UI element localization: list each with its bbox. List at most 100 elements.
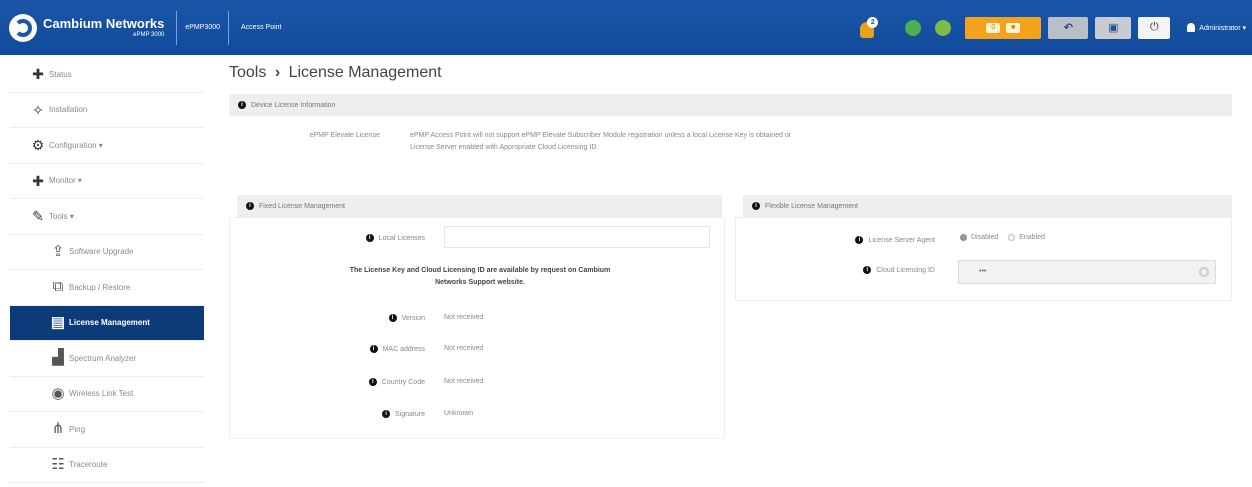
sidebar-item-label: License Management [69, 318, 150, 328]
sidebar-item-label: Status [49, 69, 72, 79]
sidebar-item-label: Tools ▾ [49, 211, 74, 221]
radio-icon [960, 234, 967, 241]
info-icon: i [863, 266, 872, 274]
info-icon: i [368, 378, 377, 386]
local-licenses-field[interactable] [444, 226, 710, 248]
admin-label: Administrator ▾ [1199, 24, 1246, 32]
panel-title: Fixed License Management [259, 202, 345, 210]
undo-button[interactable]: ↶ [1048, 16, 1089, 39]
sidebar-item-monitor[interactable]: ✚ Monitor ▾ [10, 164, 204, 199]
gear-icon: ⚙ [31, 137, 45, 154]
sidebar-item-label: Monitor ▾ [49, 176, 82, 186]
breadcrumb-separator: › [274, 64, 281, 81]
info-icon: i [752, 202, 760, 210]
cloud-licensing-id-value: ••• [979, 268, 987, 275]
fixed-license-panel-header: i Fixed License Management [237, 195, 722, 217]
pulse-icon: ✚ [32, 66, 44, 83]
sidebar-item-label: Backup / Restore [69, 282, 131, 292]
local-licenses-label: i Local Licenses [280, 231, 425, 245]
refresh-icon[interactable] [905, 19, 922, 36]
admin-menu[interactable]: Administrator ▾ [1187, 23, 1246, 32]
reboot-button[interactable]: ⏻ [1138, 16, 1171, 39]
upgrade-icon: ⇪ [51, 242, 65, 260]
radio-icon [1008, 234, 1016, 241]
sidebar-item-label: Spectrum Analyzer [69, 353, 137, 363]
alerts-bell-icon[interactable]: 2 [857, 16, 879, 39]
user-icon [1187, 23, 1196, 32]
sidebar: ✚ Status ✧ Installation ⚙ Configuration … [10, 57, 204, 487]
mac-address-value: Not received [444, 345, 484, 352]
ping-icon: ⋔ [51, 420, 65, 438]
sidebar-item-configuration[interactable]: ⚙ Configuration ▾ [10, 128, 204, 164]
fixed-license-panel [229, 217, 725, 439]
sidebar-item-wireless-link-test[interactable]: ◉ Wireless Link Test [10, 377, 204, 412]
sidebar-item-label: Software Upgrade [69, 247, 134, 257]
breadcrumb-section: Tools [229, 64, 267, 81]
breadcrumb-current: License Management [288, 64, 442, 81]
cloud-licensing-id-input[interactable]: ••• [958, 260, 1216, 284]
sidebar-item-ping[interactable]: ⋔ Ping [10, 412, 204, 448]
sidebar-item-software-upgrade[interactable]: ⇪ Software Upgrade [10, 235, 204, 270]
sidebar-item-status[interactable]: ✚ Status [10, 57, 204, 93]
info-icon: i [369, 345, 378, 353]
save-button[interactable]: ▣ [1095, 16, 1132, 39]
pending-changes-button[interactable]: 0 ■ [965, 16, 1042, 39]
agent-disabled-option[interactable]: Disabled [960, 234, 1000, 241]
sidebar-item-license-management[interactable]: ▤ License Management [10, 305, 204, 341]
traceroute-icon: ☷ [51, 455, 65, 473]
info-icon: i [365, 234, 374, 242]
divider [176, 10, 178, 45]
sidebar-item-traceroute[interactable]: ☷ Traceroute [10, 448, 204, 483]
sidebar-item-label: Traceroute [69, 460, 108, 470]
device-model: ePMP3000 [185, 24, 221, 31]
spectrum-icon: ▟ [52, 349, 64, 367]
info-icon: i [238, 101, 246, 109]
power-status-icon[interactable] [935, 19, 952, 36]
version-label: i Version [300, 311, 425, 325]
sidebar-item-backup-restore[interactable]: ⧉ Backup / Restore [10, 270, 204, 306]
sidebar-item-spectrum-analyzer[interactable]: ▟ Spectrum Analyzer [10, 341, 204, 377]
brand[interactable]: Cambium Networks ePMP 3000 [9, 8, 164, 48]
divider [228, 10, 230, 45]
country-code-label: i Country Code [300, 375, 425, 389]
flexible-license-panel-header: i Flexible License Management [743, 195, 1232, 217]
country-code-value: Not received [444, 378, 484, 385]
pending-count-badge: 0 [986, 22, 1001, 33]
wrench-icon: ✎ [32, 208, 44, 225]
show-password-eye-icon[interactable] [1199, 267, 1209, 277]
elevate-license-label: ePMP Elevate License [309, 132, 380, 139]
signature-label: i Signature [300, 407, 425, 421]
brand-name: Cambium Networks [43, 15, 165, 31]
cloud-licensing-id-label: i Cloud Licensing ID [790, 263, 935, 277]
agent-enabled-option[interactable]: Enabled [1008, 234, 1045, 241]
pending-indicator-icon: ■ [1006, 22, 1021, 33]
panel-title: Device License Information [251, 101, 336, 109]
panel-title: Flexible License Management [765, 202, 858, 210]
device-mode: Access Point [241, 24, 282, 31]
sidebar-item-label: Configuration ▾ [49, 140, 103, 150]
flexible-license-panel [735, 217, 1232, 301]
license-icon: ▤ [50, 313, 66, 331]
sidebar-item-tools[interactable]: ✎ Tools ▾ [10, 199, 204, 235]
cambium-logo-icon [9, 13, 37, 42]
license-request-note-line1: The License Key and Cloud Licensing ID a… [349, 267, 611, 274]
license-server-agent-label: i License Server Agent [790, 233, 935, 247]
sidebar-item-label: Installation [49, 105, 88, 115]
license-request-note-line2: Networks Support website. [435, 279, 525, 286]
sidebar-item-label: Wireless Link Test [69, 389, 134, 399]
device-license-panel-header: i Device License Information [229, 94, 1232, 116]
license-server-agent-toggle: Disabled Enabled [960, 234, 1045, 241]
elevate-license-text-line1: ePMP Access Point will not support ePMP … [410, 132, 792, 139]
alert-count-badge: 2 [867, 16, 879, 28]
info-icon: i [246, 202, 254, 210]
elevate-license-text-line2: License Server enabled with Appropriate … [410, 144, 597, 151]
signature-value: Unknown [444, 410, 474, 417]
brand-model: ePMP 3000 [133, 31, 165, 38]
sidebar-item-label: Ping [69, 424, 86, 434]
run-icon: ✧ [32, 101, 44, 118]
page-title: Tools › License Management [229, 64, 442, 82]
info-icon: i [855, 236, 864, 244]
mac-address-label: i MAC address [300, 342, 425, 356]
info-icon: i [388, 314, 397, 322]
sidebar-item-installation[interactable]: ✧ Installation [10, 93, 204, 128]
